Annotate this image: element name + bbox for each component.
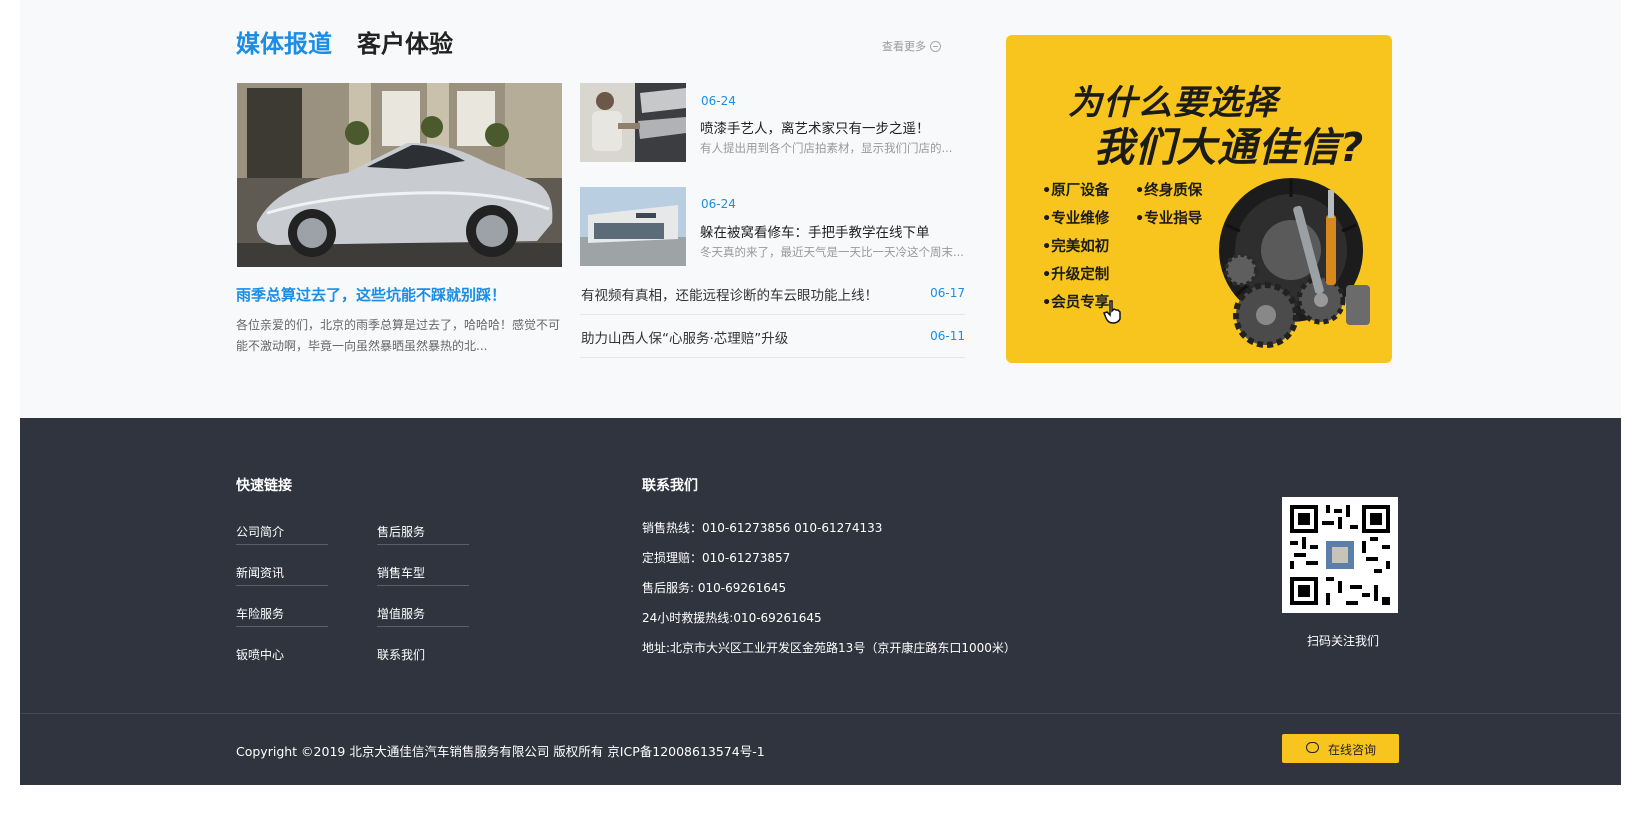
contact-rescue-hotline: 24小时救援热线:010-69261645 <box>642 611 822 625</box>
news-list-date: 06-11 <box>930 329 965 343</box>
cursor-hand-icon <box>1103 300 1121 324</box>
news-list-date: 06-17 <box>930 286 965 300</box>
footer-link-label: 销售车型 <box>377 566 426 580</box>
news-excerpt: 有人提出用到各个门店拍素材，显示我们门店的... <box>700 141 953 155</box>
store-photo-icon <box>580 187 686 266</box>
car-photo-icon <box>237 83 562 267</box>
footer-link-label: 联系我们 <box>377 648 426 662</box>
promo-item: •升级定制 <box>1042 267 1110 283</box>
contact-sales-hotline: 销售热线：010-61273856 010-61274133 <box>642 521 883 535</box>
news-thumb-store-image[interactable] <box>580 187 686 266</box>
contact-title: 联系我们 <box>642 478 698 494</box>
qr-code-icon <box>1282 497 1398 613</box>
feature-news-title[interactable]: 雨季总算过去了，这些坑能不踩就别踩！ <box>236 284 506 305</box>
footer-link-label: 新闻资讯 <box>236 566 285 580</box>
news-title[interactable]: 喷漆手艺人，离艺术家只有一步之遥！ <box>700 117 930 137</box>
footer-link-label: 车险服务 <box>236 607 285 621</box>
news-date: 06-24 <box>701 94 736 108</box>
footer-divider <box>20 713 1621 714</box>
promo-headline-2: 我们大通佳信? <box>1094 125 1365 171</box>
painter-photo-icon <box>580 83 686 162</box>
news-title[interactable]: 躲在被窝看修车：手把手教学在线下单 <box>700 221 930 241</box>
tab-customer-experience[interactable]: 客户体验 <box>357 24 453 59</box>
news-list-title: 有视频有真相，还能远程诊断的车云眼功能上线！ <box>581 288 878 304</box>
page: 媒体报道 客户体验 查看更多 雨季总算过去了，这些坑能不踩就别踩！ 各位亲爱的们… <box>0 0 1641 817</box>
contact-address: 地址:北京市大兴区工业开发区金苑路13号（京开康庄路东口1000米） <box>642 641 1016 655</box>
news-date: 06-24 <box>701 197 736 211</box>
quick-links-title: 快速链接 <box>236 478 292 494</box>
footer-link-insurance[interactable]: 车险服务 <box>236 586 328 627</box>
footer-link-contact[interactable]: 联系我们 <box>377 627 469 668</box>
footer-link-label: 售后服务 <box>377 525 426 539</box>
footer-link-after-sales[interactable]: 售后服务 <box>377 504 469 545</box>
tire-gears-icon <box>1219 178 1370 348</box>
promo-item: •会员专享 <box>1042 295 1110 311</box>
contact-claims: 定损理赔：010-61273857 <box>642 551 791 565</box>
news-thumb-paint-image[interactable] <box>580 83 686 162</box>
copyright-text: Copyright ©2019 北京大通佳信汽车销售服务有限公司 版权所有 京I… <box>236 744 765 759</box>
footer-link-label: 钣喷中心 <box>236 648 285 662</box>
promo-item: •终身质保 <box>1135 183 1203 199</box>
chat-bubble-icon <box>1306 742 1319 753</box>
promo-item: •专业指导 <box>1135 211 1203 227</box>
news-excerpt: 冬天真的来了，最近天气是一天比一天冷这个周末... <box>700 245 964 259</box>
online-consult-label: 在线咨询 <box>1328 743 1377 757</box>
promo-banner[interactable]: 为什么要选择 我们大通佳信? •原厂设备 •专业维修 •完美如初 •升级定制 •… <box>1006 35 1392 363</box>
news-list-item[interactable]: 助力山西人保“心服务·芯理赔”升级 06-11 <box>580 315 965 358</box>
qr-code <box>1282 497 1398 613</box>
more-link-label: 查看更多 <box>882 40 926 53</box>
qr-caption: 扫码关注我们 <box>1307 634 1380 648</box>
footer-link-paint-center[interactable]: 钣喷中心 <box>236 627 328 668</box>
news-list-item[interactable]: 有视频有真相，还能远程诊断的车云眼功能上线！ 06-17 <box>580 272 965 315</box>
promo-item: •专业维修 <box>1042 211 1110 227</box>
more-link[interactable]: 查看更多 <box>882 38 941 54</box>
contact-after-sales: 售后服务: 010-69261645 <box>642 581 787 595</box>
more-circle-icon <box>930 41 941 52</box>
news-list-title: 助力山西人保“心服务·芯理赔”升级 <box>581 331 789 347</box>
promo-item: •原厂设备 <box>1042 183 1110 199</box>
online-consult-button[interactable]: 在线咨询 <box>1282 734 1399 763</box>
feature-news-desc: 各位亲爱的们，北京的雨季总算是过去了，哈哈哈！感觉不可能不激动啊，毕竟一向虽然暴… <box>236 318 561 353</box>
footer-link-label: 增值服务 <box>377 607 426 621</box>
footer-link-value-added[interactable]: 增值服务 <box>377 586 469 627</box>
footer-link-models[interactable]: 销售车型 <box>377 545 469 586</box>
feature-car-image[interactable] <box>237 83 562 267</box>
promo-item: •完美如初 <box>1042 239 1110 255</box>
tab-media-reports[interactable]: 媒体报道 <box>236 24 332 59</box>
footer-link-label: 公司简介 <box>236 525 285 539</box>
footer-link-news[interactable]: 新闻资讯 <box>236 545 328 586</box>
footer-link-company-intro[interactable]: 公司简介 <box>236 504 328 545</box>
